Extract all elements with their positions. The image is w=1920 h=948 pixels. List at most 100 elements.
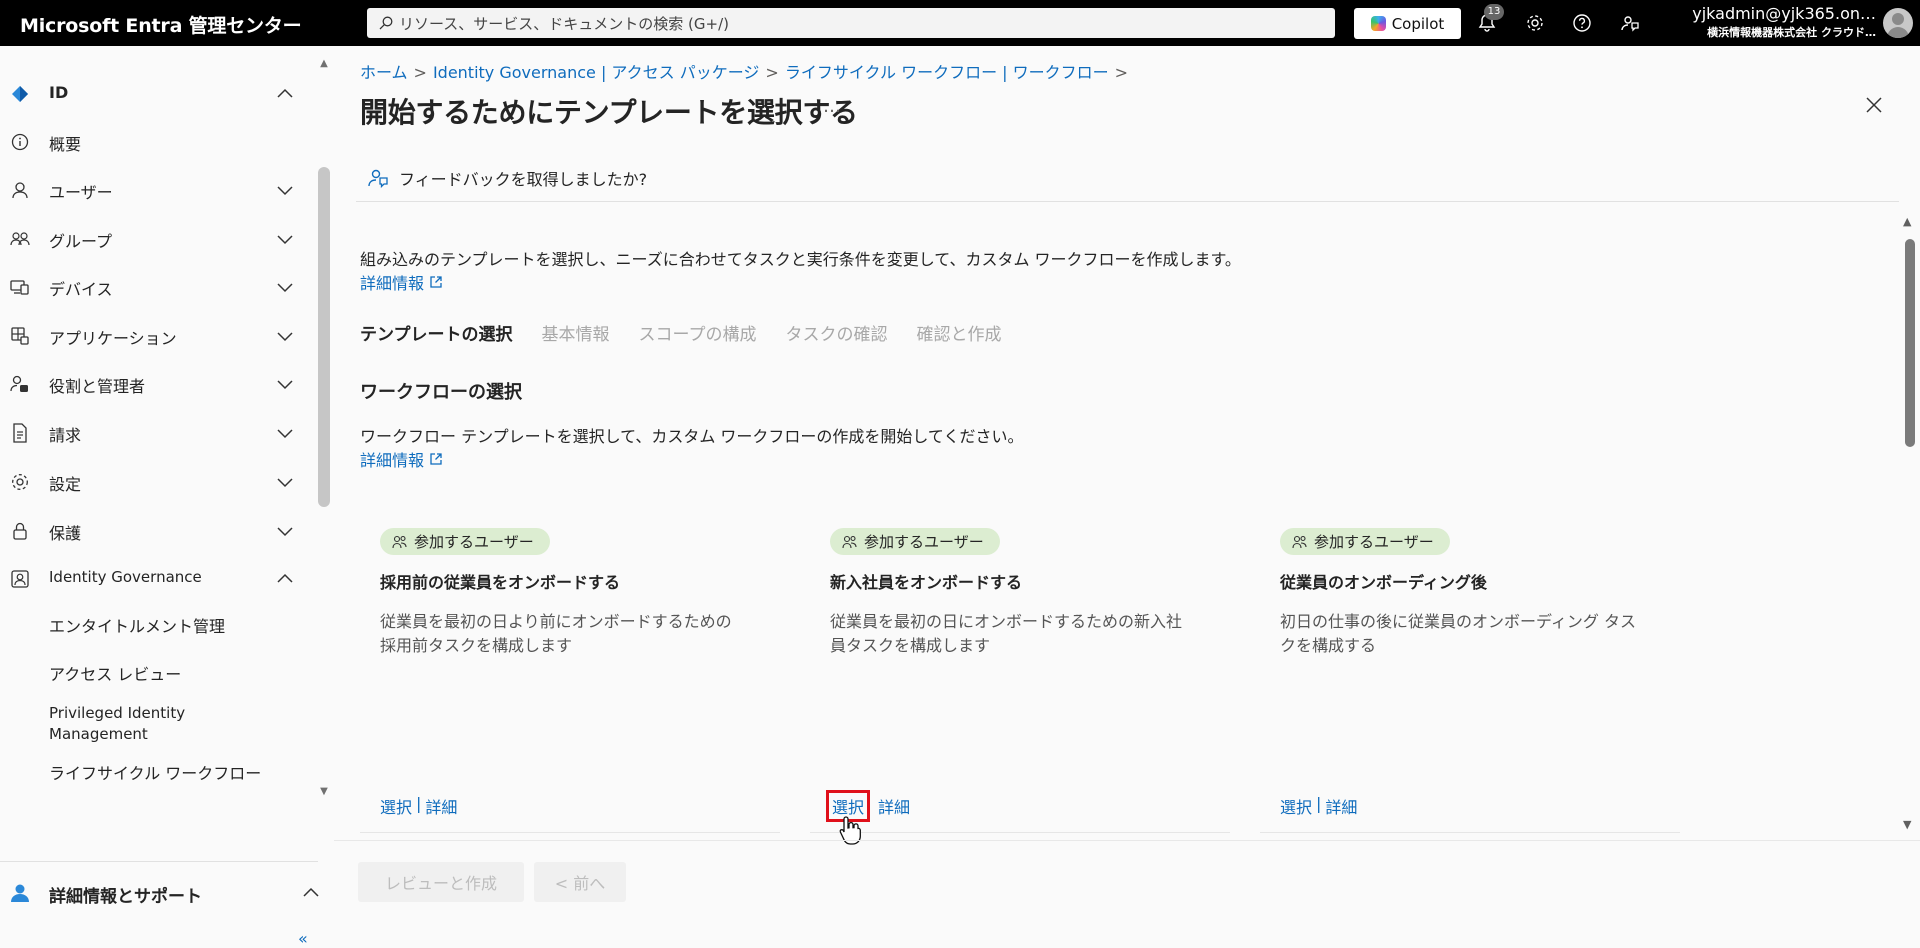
sidebar-item-id[interactable]: ID <box>0 73 300 113</box>
card-title: 採用前の従業員をオンボードする <box>380 573 621 592</box>
user-account[interactable]: yjkadmin@yjk365.on… 横浜情報機器株式会社 クラウド… <box>1671 4 1876 40</box>
sidebar-item-settings[interactable]: 設定 <box>0 461 300 501</box>
sidebar-item-label: アプリケーション <box>49 329 177 348</box>
feedback-link[interactable]: フィードバックを取得しましたか? <box>367 166 647 190</box>
chevron-down-icon <box>276 424 294 446</box>
roles-icon <box>10 374 30 394</box>
chevron-down-icon <box>276 327 294 349</box>
sidebar: ID 概要 ユーザー グループ デバイス アプリケーション 役割と管理者 請求 … <box>0 46 334 948</box>
avatar[interactable] <box>1883 8 1913 38</box>
sidebar-scrollbar[interactable] <box>318 167 330 507</box>
more-info-label: 詳細情報 <box>360 274 425 293</box>
card-title: 従業員のオンボーディング後 <box>1280 573 1487 592</box>
tab-review-create[interactable]: 確認と作成 <box>916 320 1001 345</box>
card-description: 初日の仕事の後に従業員のオンボーディング タスクを構成する <box>1280 612 1636 655</box>
section-description: ワークフロー テンプレートを選択して、カスタム ワークフローの作成を開始してくだ… <box>360 427 1024 446</box>
category-label: 参加するユーザー <box>864 533 984 551</box>
more-options-icon[interactable]: … <box>823 96 842 117</box>
scroll-down-arrow[interactable]: ▼ <box>1903 818 1911 831</box>
divider <box>810 832 1230 833</box>
details-link[interactable]: 詳細 <box>1325 794 1357 818</box>
scroll-up-arrow[interactable]: ▲ <box>1903 215 1911 228</box>
review-create-button[interactable]: レビューと作成 <box>358 862 524 902</box>
gear-icon <box>10 472 30 492</box>
people-icon <box>392 535 407 548</box>
chevron-down-icon <box>276 278 294 300</box>
sidebar-item-help-support[interactable]: 詳細情報とサポート <box>0 876 330 910</box>
user-org: 横浜情報機器株式会社 クラウド… <box>1707 26 1876 39</box>
tab-tasks[interactable]: タスクの確認 <box>785 320 887 345</box>
chevron-up-icon <box>276 570 294 592</box>
sidebar-sub-lifecycle[interactable]: ライフサイクル ワークフロー <box>49 760 261 784</box>
category-label: 参加するユーザー <box>414 533 534 551</box>
sidebar-item-applications[interactable]: アプリケーション <box>0 315 300 355</box>
help-icon[interactable] <box>1570 11 1594 35</box>
sidebar-item-users[interactable]: ユーザー <box>0 169 300 209</box>
select-link[interactable]: 選択 <box>380 794 412 818</box>
sidebar-sub-access-review[interactable]: アクセス レビュー <box>49 661 181 685</box>
feedback-icon[interactable] <box>1618 11 1642 35</box>
breadcrumb: ホーム > Identity Governance | アクセス パッケージ > ライフ… <box>360 59 1134 83</box>
select-link[interactable]: 選択 <box>1280 794 1312 818</box>
sidebar-item-overview[interactable]: 概要 <box>0 121 300 161</box>
scroll-up-arrow[interactable]: ▲ <box>318 58 330 69</box>
person-icon <box>10 180 30 200</box>
user-email: yjkadmin@yjk365.on… <box>1692 4 1876 23</box>
collapse-sidebar-button[interactable]: « <box>298 929 308 948</box>
brand-title[interactable]: Microsoft Entra 管理センター <box>20 11 302 38</box>
divider <box>356 201 1899 202</box>
chevron-down-icon <box>276 181 294 203</box>
sidebar-item-label: グループ <box>49 232 113 251</box>
divider <box>360 832 780 833</box>
external-link-icon <box>430 453 442 465</box>
people-icon <box>842 535 857 548</box>
sidebar-item-devices[interactable]: デバイス <box>0 266 300 306</box>
tab-basics[interactable]: 基本情報 <box>542 320 610 345</box>
sidebar-item-identity-governance[interactable]: Identity Governance <box>0 558 300 598</box>
card-title: 新入社員をオンボードする <box>830 573 1023 592</box>
divider <box>1260 832 1680 833</box>
sidebar-item-billing[interactable]: 請求 <box>0 412 300 452</box>
more-info-link[interactable]: 詳細情報 <box>360 447 442 471</box>
copilot-button[interactable]: Copilot <box>1354 8 1461 39</box>
chevron-down-icon <box>276 522 294 544</box>
sidebar-item-groups[interactable]: グループ <box>0 218 300 258</box>
card-description: 従業員を最初の日より前にオンボードするための採用前タスクを構成します <box>380 612 732 655</box>
scroll-down-arrow[interactable]: ▼ <box>318 786 330 797</box>
breadcrumb-access-packages[interactable]: Identity Governance | アクセス パッケージ <box>433 63 759 82</box>
more-info-link[interactable]: 詳細情報 <box>360 270 442 294</box>
breadcrumb-lifecycle-workflows[interactable]: ライフサイクル ワークフロー | ワークフロー <box>785 63 1109 82</box>
top-bar: Microsoft Entra 管理センター リソース、サービス、ドキュメントの… <box>0 0 1920 46</box>
details-link[interactable]: 詳細 <box>878 794 910 818</box>
tab-scope[interactable]: スコープの構成 <box>639 320 757 345</box>
device-icon <box>10 277 30 297</box>
sidebar-sub-pim[interactable]: Privileged Identity Management <box>49 703 249 745</box>
sidebar-item-label: ID <box>49 83 69 102</box>
sidebar-item-protection[interactable]: 保護 <box>0 510 300 550</box>
card-description: 従業員を最初の日にオンボードするための新入社員タスクを構成します <box>830 612 1183 655</box>
sidebar-item-label: Identity Governance <box>49 568 202 586</box>
billing-icon <box>10 423 30 443</box>
sidebar-item-label: ユーザー <box>49 183 113 202</box>
card-actions: 選択 | 詳細 <box>380 794 457 818</box>
sidebar-sub-entitlement[interactable]: エンタイトルメント管理 <box>49 613 225 637</box>
search-icon <box>379 16 393 30</box>
gear-icon[interactable] <box>1523 11 1547 35</box>
info-icon <box>10 132 30 152</box>
tab-select-template[interactable]: テンプレートの選択 <box>360 320 513 345</box>
wizard-tabs: テンプレートの選択 基本情報 スコープの構成 タスクの確認 確認と作成 <box>360 320 1030 345</box>
close-icon[interactable] <box>1866 97 1882 117</box>
people-icon <box>1292 535 1307 548</box>
chevron-right-icon: > <box>1114 63 1129 82</box>
previous-button[interactable]: < 前へ <box>534 862 626 902</box>
sidebar-item-label: 設定 <box>49 475 82 494</box>
details-link[interactable]: 詳細 <box>425 794 457 818</box>
notification-badge: 13 <box>1484 4 1504 20</box>
sidebar-item-roles[interactable]: 役割と管理者 <box>0 363 300 403</box>
search-input[interactable]: リソース、サービス、ドキュメントの検索 (G+/) <box>367 8 1335 38</box>
main-scrollbar[interactable] <box>1905 239 1915 447</box>
breadcrumb-home[interactable]: ホーム <box>360 63 408 82</box>
chevron-up-icon <box>276 85 294 107</box>
governance-icon <box>10 569 30 589</box>
